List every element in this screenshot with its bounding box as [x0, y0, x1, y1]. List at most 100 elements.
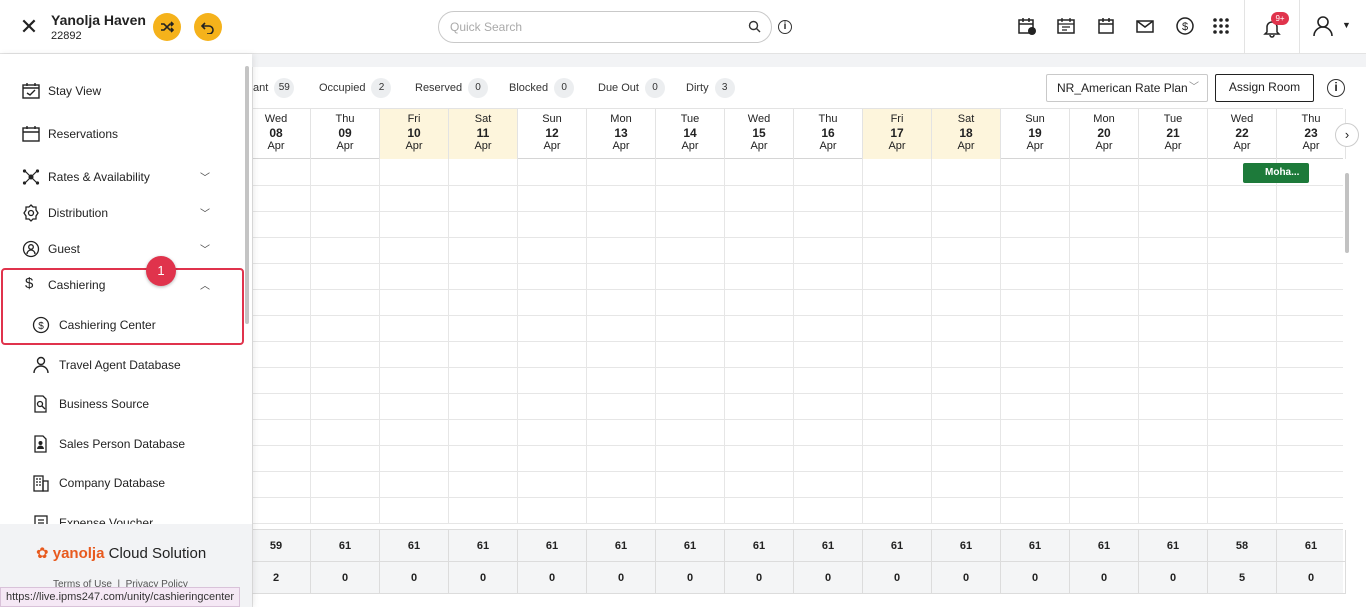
- sidebar-item-company-database[interactable]: Company Database: [0, 464, 240, 500]
- day-name: Tue: [1163, 113, 1183, 125]
- day-number: 17: [890, 126, 904, 140]
- undo-icon[interactable]: [194, 13, 222, 41]
- grid-column-line: [1000, 159, 1001, 524]
- availability-grid: [253, 159, 1343, 524]
- occupied-total-cell: 2: [242, 562, 311, 594]
- grid-scrollbar[interactable]: [1343, 159, 1353, 524]
- month-name: Apr: [474, 140, 492, 152]
- grid-column-line: [724, 159, 725, 524]
- sidebar-scrollbar[interactable]: [245, 66, 249, 324]
- stat-due-out[interactable]: Due Out 0: [598, 78, 665, 98]
- date-column[interactable]: Sun 19 Apr: [1001, 109, 1070, 159]
- scrollbar-thumb[interactable]: [1345, 173, 1349, 253]
- guest-icon: [22, 240, 40, 258]
- brand-suffix: Cloud Solution: [104, 545, 207, 562]
- occupied-total-cell: 0: [587, 562, 656, 594]
- rate-plan-select[interactable]: NR_American Rate Plan ﹀: [1046, 74, 1208, 102]
- date-column[interactable]: Sat 18 Apr: [932, 109, 1001, 159]
- stat-dirty[interactable]: Dirty 3: [686, 78, 735, 98]
- sidebar-item-rates-availability[interactable]: Rates & Availability ﹀: [0, 158, 240, 194]
- sidebar-item-guest[interactable]: Guest ﹀: [0, 230, 240, 266]
- search-icon[interactable]: [748, 20, 761, 33]
- day-name: Thu: [335, 113, 355, 125]
- sidebar-item-label: Travel Agent Database: [59, 358, 181, 372]
- dollar-circle-icon[interactable]: $: [1175, 16, 1195, 36]
- calendar-add-icon[interactable]: [1017, 16, 1037, 36]
- day-name: Sun: [542, 113, 562, 125]
- brand-logo: ✿ yanolja Cloud Solution: [36, 544, 206, 562]
- sidebar-item-distribution[interactable]: Distribution ﹀: [0, 194, 240, 230]
- stat-count: 0: [468, 78, 489, 98]
- grid-row-line: [253, 445, 1343, 446]
- available-total-cell: 61: [656, 530, 725, 562]
- available-total-cell: 61: [449, 530, 518, 562]
- occupied-total-cell: 0: [311, 562, 380, 594]
- available-total-cell: 61: [311, 530, 380, 562]
- apps-grid-icon[interactable]: [1211, 16, 1231, 36]
- next-dates-button[interactable]: ›: [1335, 123, 1359, 147]
- day-number: 10: [407, 126, 421, 140]
- sidebar-item-travel-agent-database[interactable]: Travel Agent Database: [0, 346, 240, 382]
- day-number: 16: [821, 126, 835, 140]
- date-column[interactable]: Sat 11 Apr: [449, 109, 518, 159]
- mail-icon[interactable]: [1135, 16, 1155, 36]
- info-icon[interactable]: i: [1327, 79, 1345, 97]
- grid-row-line: [253, 393, 1343, 394]
- month-name: Apr: [888, 140, 906, 152]
- stat-blocked[interactable]: Blocked 0: [509, 78, 575, 98]
- sidebar-item-label: Expense Voucher: [59, 516, 154, 524]
- available-total-cell: 61: [863, 530, 932, 562]
- sidebar-item-expense-voucher[interactable]: Expense Voucher: [0, 504, 240, 524]
- day-name: Wed: [747, 113, 771, 125]
- grid-column-line: [931, 159, 932, 524]
- calendar-icon[interactable]: [1096, 16, 1116, 36]
- date-column[interactable]: Mon 13 Apr: [587, 109, 656, 159]
- month-name: Apr: [1302, 140, 1320, 152]
- notification-badge: 9+: [1271, 12, 1289, 25]
- grid-column-line: [448, 159, 449, 524]
- stat-count: 2: [371, 78, 392, 98]
- calendar-list-icon[interactable]: [1056, 16, 1076, 36]
- date-column[interactable]: Sun 12 Apr: [518, 109, 587, 159]
- date-column[interactable]: Thu 16 Apr: [794, 109, 863, 159]
- day-number: 11: [476, 126, 490, 140]
- sidebar-item-reservations[interactable]: Reservations: [0, 115, 240, 151]
- date-column[interactable]: Wed 08 Apr: [242, 109, 311, 159]
- available-total-cell: 61: [725, 530, 794, 562]
- assign-room-button[interactable]: Assign Room: [1215, 74, 1314, 102]
- grid-row-line: [253, 341, 1343, 342]
- stat-occupied[interactable]: Occupied 2: [319, 78, 392, 98]
- sidebar-item-business-source[interactable]: Business Source: [0, 385, 240, 421]
- chevron-down-icon[interactable]: ▼: [1342, 20, 1351, 30]
- grid-column-line: [379, 159, 380, 524]
- stat-count: 0: [554, 78, 575, 98]
- date-column[interactable]: Fri 17 Apr: [863, 109, 932, 159]
- date-column[interactable]: Fri 10 Apr: [380, 109, 449, 159]
- stat-label: Blocked: [509, 82, 549, 94]
- stat-reserved[interactable]: Reserved 0: [415, 78, 489, 98]
- date-column[interactable]: Wed 15 Apr: [725, 109, 794, 159]
- date-column[interactable]: Wed 22 Apr: [1208, 109, 1277, 159]
- date-column[interactable]: Mon 20 Apr: [1070, 109, 1139, 159]
- available-total-cell: 61: [518, 530, 587, 562]
- sidebar-item-sales-person-database[interactable]: Sales Person Database: [0, 425, 240, 461]
- booking-block[interactable]: Moha...: [1243, 163, 1309, 183]
- date-column[interactable]: Tue 14 Apr: [656, 109, 725, 159]
- date-column[interactable]: Thu 09 Apr: [311, 109, 380, 159]
- available-total-cell: 59: [242, 530, 311, 562]
- grid-row-line: [253, 315, 1343, 316]
- close-icon[interactable]: ✕: [18, 16, 40, 38]
- grid-row-line: [253, 263, 1343, 264]
- search-input[interactable]: Quick Search: [438, 11, 772, 43]
- date-column[interactable]: Tue 21 Apr: [1139, 109, 1208, 159]
- day-name: Mon: [1093, 113, 1115, 125]
- stat-vacant[interactable]: ant 59: [253, 78, 295, 98]
- sidebar-item-stay-view[interactable]: Stay View: [0, 72, 240, 108]
- grid-column-line: [1207, 159, 1208, 524]
- sidebar-item-label: Reservations: [48, 127, 119, 141]
- brand-name: yanolja: [52, 545, 105, 562]
- info-icon[interactable]: i: [778, 20, 792, 34]
- shuffle-icon[interactable]: [153, 13, 181, 41]
- user-icon[interactable]: [1312, 15, 1334, 37]
- stat-label: Occupied: [319, 82, 366, 94]
